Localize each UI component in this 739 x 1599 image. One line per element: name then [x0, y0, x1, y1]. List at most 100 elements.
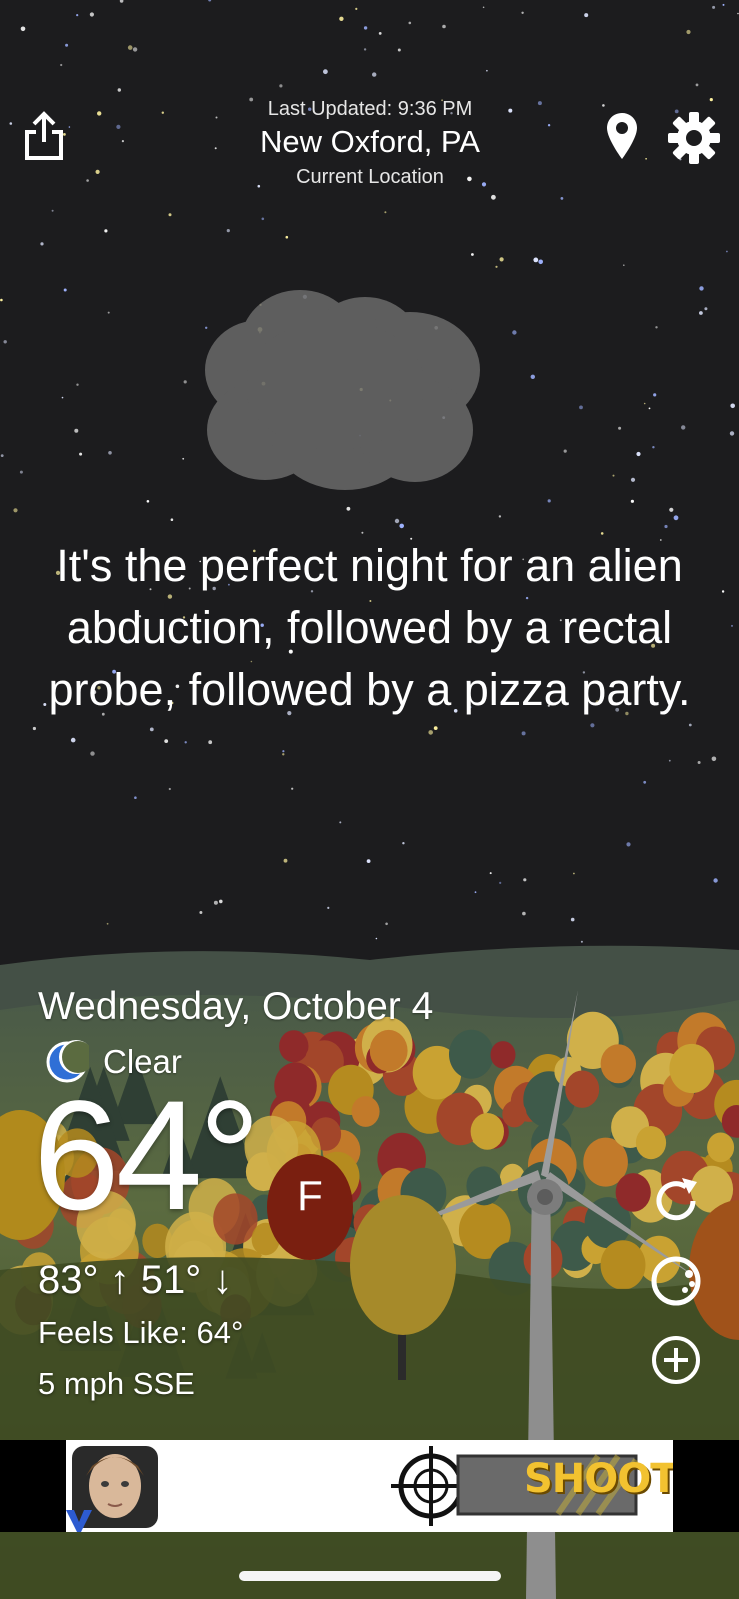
ad-cta-label[interactable]: SHOOT	[524, 1456, 673, 1502]
star	[208, 0, 212, 2]
star	[688, 723, 692, 727]
round-tree	[635, 1126, 667, 1160]
star	[282, 750, 285, 753]
star	[146, 500, 150, 503]
unit-label: F	[297, 1172, 323, 1219]
add-circle-icon	[652, 1336, 700, 1384]
star	[339, 16, 344, 21]
star	[579, 405, 583, 410]
star	[61, 396, 64, 399]
star	[372, 72, 377, 77]
star	[686, 29, 691, 35]
star	[68, 126, 71, 128]
star	[13, 508, 18, 513]
star	[384, 211, 387, 214]
star	[643, 780, 647, 784]
star	[652, 446, 655, 449]
star	[117, 88, 122, 92]
star	[149, 727, 154, 732]
location-header[interactable]: Last Updated: 9:36 PM New Oxford, PA Cur…	[180, 98, 560, 189]
star	[399, 523, 405, 529]
star	[32, 726, 37, 731]
settings-button[interactable]	[664, 108, 724, 168]
star	[722, 3, 725, 6]
star	[474, 891, 477, 894]
star	[346, 506, 351, 511]
star	[547, 499, 551, 503]
ad-banner[interactable]: SHOOT	[66, 1440, 673, 1532]
star	[495, 265, 498, 268]
star	[3, 340, 7, 344]
star	[729, 431, 735, 436]
star	[704, 307, 708, 311]
star	[573, 872, 575, 875]
star	[731, 624, 733, 627]
star	[491, 194, 496, 200]
star	[489, 872, 492, 875]
location-button[interactable]	[598, 108, 646, 164]
feels-like-label: Feels Like: 64°	[38, 1315, 244, 1350]
star	[285, 235, 289, 239]
refresh-icon	[656, 1178, 697, 1221]
star	[522, 911, 526, 916]
star	[533, 257, 539, 263]
star	[668, 759, 671, 762]
round-tree	[449, 1029, 494, 1079]
star	[721, 590, 725, 593]
star	[433, 726, 438, 730]
star	[612, 474, 615, 477]
star	[183, 380, 187, 384]
round-tree	[274, 1062, 317, 1110]
forecast-date: Wednesday, October 4	[38, 985, 434, 1028]
star	[51, 209, 54, 212]
star	[0, 454, 4, 457]
star	[106, 922, 109, 925]
star	[538, 259, 543, 265]
star	[170, 518, 174, 521]
weather-app: Last Updated: 9:36 PM New Oxford, PA Cur…	[0, 0, 739, 1599]
star	[86, 179, 89, 182]
city-name[interactable]: New Oxford, PA	[180, 124, 560, 160]
star	[182, 457, 185, 460]
star	[184, 741, 187, 744]
share-button[interactable]	[20, 108, 68, 164]
star	[366, 859, 371, 863]
star	[121, 140, 124, 143]
star	[104, 229, 108, 233]
star	[428, 730, 434, 735]
star	[636, 451, 641, 457]
current-temperature: 64°	[33, 1069, 261, 1243]
star	[378, 32, 382, 35]
star	[283, 858, 288, 863]
star	[521, 11, 524, 14]
star	[134, 796, 137, 799]
round-tree	[565, 1070, 600, 1108]
ad-brand-logo	[66, 1510, 92, 1532]
star	[653, 393, 657, 397]
star	[713, 878, 718, 883]
star	[219, 899, 223, 904]
star	[397, 48, 401, 52]
star	[363, 48, 367, 51]
star	[116, 124, 121, 129]
round-tree	[669, 1043, 715, 1094]
star	[107, 311, 110, 314]
star	[168, 213, 172, 217]
star	[0, 298, 3, 302]
radar-icon	[651, 1256, 701, 1306]
star	[560, 197, 564, 200]
refresh-button[interactable]	[648, 1173, 704, 1229]
star	[590, 723, 595, 728]
star	[626, 842, 631, 847]
home-indicator[interactable]	[239, 1571, 501, 1581]
star	[695, 83, 699, 87]
star	[355, 7, 358, 10]
round-tree	[615, 1173, 651, 1212]
star	[63, 288, 67, 292]
wind-label: 5 mph SSE	[38, 1366, 195, 1401]
add-location-button[interactable]	[648, 1332, 704, 1388]
unit-toggle-button[interactable]: F	[265, 1152, 355, 1262]
share-icon	[25, 111, 63, 160]
radar-button[interactable]	[648, 1253, 704, 1309]
round-tree	[490, 1041, 516, 1069]
